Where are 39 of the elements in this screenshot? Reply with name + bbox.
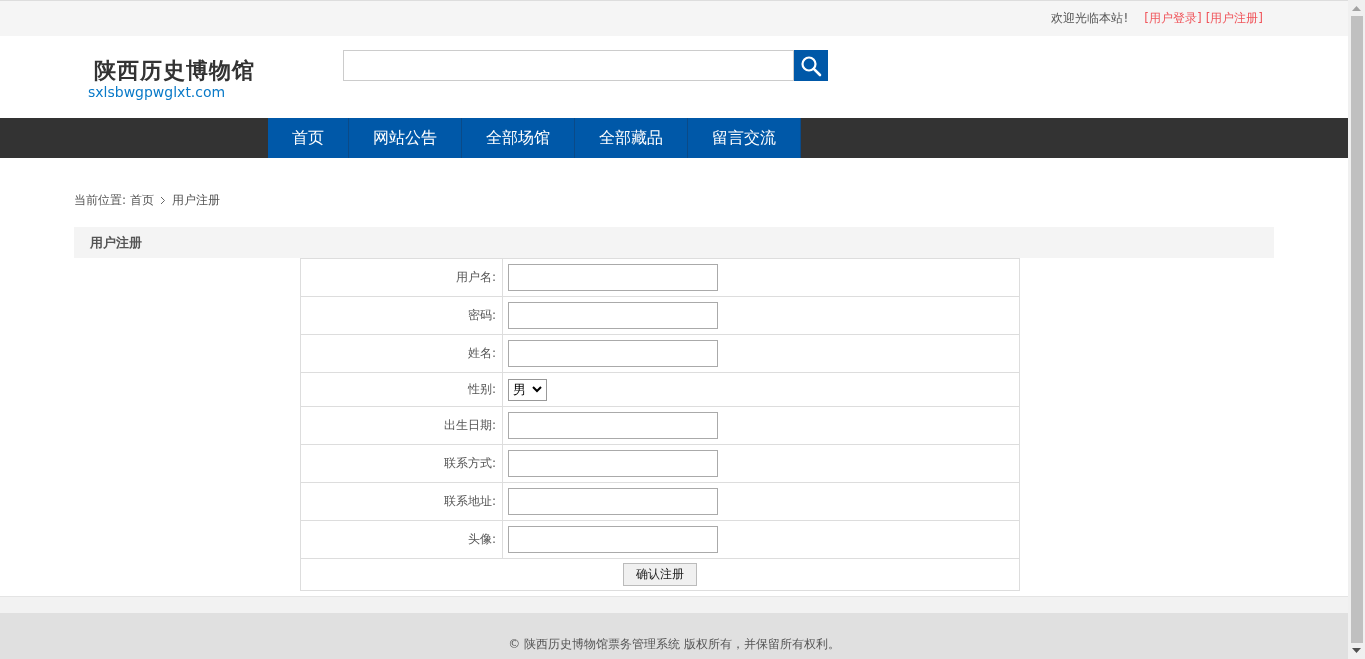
nav-item[interactable]: 首页 xyxy=(268,118,349,158)
input-field[interactable] xyxy=(508,340,718,367)
scroll-down-icon[interactable] xyxy=(1352,648,1361,653)
footer-text: © 陕西历史博物馆票务管理系统 版权所有，并保留所有权利。 xyxy=(508,636,840,653)
caret-icon xyxy=(532,386,542,393)
field-label: 联系方式: xyxy=(300,444,503,483)
field-label: 用户名: xyxy=(300,258,503,297)
input-field[interactable] xyxy=(508,264,718,291)
section-title: 用户注册 xyxy=(90,233,142,252)
welcome-text: 欢迎光临本站! xyxy=(1051,10,1129,27)
logo-domain: sxlsbwgpwglxt.com xyxy=(88,84,226,100)
input-field[interactable] xyxy=(508,488,718,515)
input-field[interactable] xyxy=(508,526,718,553)
input-field[interactable] xyxy=(508,302,718,329)
field-label: 性别: xyxy=(300,372,503,407)
search-field[interactable] xyxy=(343,50,794,81)
input-field[interactable] xyxy=(508,412,718,439)
logo-title: 陕西历史博物馆 xyxy=(93,56,255,84)
field-label: 密码: xyxy=(300,296,503,335)
search-button[interactable] xyxy=(794,50,828,81)
gender-select[interactable]: 男 xyxy=(508,378,547,401)
submit-button[interactable]: 确认注册 xyxy=(623,563,697,586)
scroll-up-icon[interactable] xyxy=(1352,6,1361,11)
scrollbar[interactable] xyxy=(1348,0,1365,659)
breadcrumb-link[interactable]: 用户注册 xyxy=(172,192,221,209)
nav-item[interactable]: 留言交流 xyxy=(688,118,801,158)
field-label: 联系地址: xyxy=(300,482,503,521)
search-icon xyxy=(800,54,822,77)
field-label: 姓名: xyxy=(300,334,503,373)
breadcrumb-label: 当前位置: xyxy=(74,192,127,209)
breadcrumb-link[interactable]: 首页 xyxy=(130,192,155,209)
input-field[interactable] xyxy=(508,450,718,477)
scroll-thumb[interactable] xyxy=(1350,16,1363,643)
chevron-icon xyxy=(160,196,167,205)
field-label: 出生日期: xyxy=(300,406,503,445)
nav-item[interactable]: 全部藏品 xyxy=(575,118,688,158)
nav-item[interactable]: 全部场馆 xyxy=(462,118,575,158)
field-label: 头像: xyxy=(300,520,503,559)
nav-item[interactable]: 网站公告 xyxy=(349,118,462,158)
